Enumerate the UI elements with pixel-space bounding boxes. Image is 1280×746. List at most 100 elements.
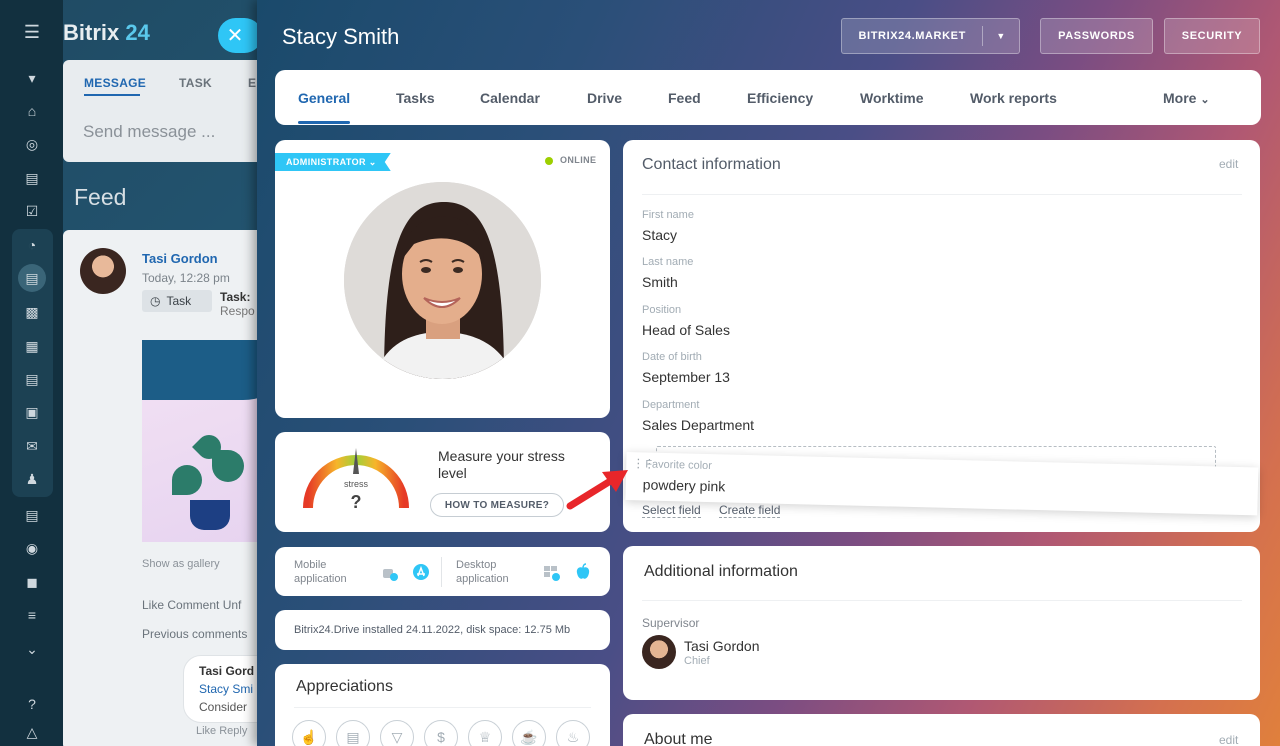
tab-tasks[interactable]: Tasks [396,90,435,106]
tab-calendar[interactable]: Calendar [480,90,540,106]
tab-worktime[interactable]: Worktime [860,90,924,106]
money-icon[interactable]: $ [424,720,458,746]
post-author-name[interactable]: Tasi Gordon [142,251,218,266]
menu-icon[interactable]: ☰ [22,22,42,42]
tab-more[interactable]: More ⌄ [1163,90,1210,106]
post-task-chip[interactable]: ◷ Task [142,290,212,312]
gauge-label: stress [344,479,369,489]
comment-text: Consider [199,700,248,714]
settings-sliders-icon[interactable]: ≡ [22,605,42,625]
tab-general[interactable]: General [298,90,350,106]
users-icon[interactable]: ♟ [22,469,42,489]
gift-icon[interactable]: ▤ [336,720,370,746]
create-field-link[interactable]: Create field [719,503,781,518]
document-icon[interactable]: ▤ [22,369,42,389]
bank-icon[interactable]: ⌂ [22,101,42,121]
drink-icon[interactable]: ☕ [512,720,546,746]
target-icon[interactable]: ◎ [22,134,42,154]
app-store-icon[interactable] [411,562,431,582]
supervisor-role: Chief [684,655,710,667]
chat-icon[interactable]: ▩ [22,302,42,322]
passwords-button[interactable]: PASSWORDS [1040,18,1153,54]
feed-icon[interactable]: ▤ [18,264,46,292]
windows-icon[interactable] [541,562,561,582]
checkbox-icon[interactable]: ☑ [22,201,42,221]
cart-icon[interactable]: ▤ [22,168,42,188]
tab-more-label: More [1163,90,1197,106]
caret-down-icon[interactable]: ▼ [983,31,1019,41]
apps-card: Mobile application Desktop application [275,547,610,596]
active-tab-underline [298,121,350,124]
market-button[interactable]: BITRIX24.MARKET ▼ [841,18,1020,54]
role-badge[interactable]: ADMINISTRATOR ⌄ [275,153,391,171]
close-slider-button[interactable]: ✕ [218,18,262,53]
sitemap-icon[interactable]: △ [22,722,42,742]
department-label: Department [642,399,700,411]
composer-tab-event[interactable]: E [248,76,256,90]
composer-tab-task[interactable]: TASK [179,76,212,90]
message-input[interactable]: Send message ... [83,122,215,142]
post-time: Today, 12:28 pm [142,271,230,285]
crown-icon[interactable]: ♕ [468,720,502,746]
apple-icon[interactable] [573,562,593,582]
profile-photo[interactable] [344,182,541,379]
post-task-sub: Respo [220,304,255,318]
pie-chart-icon[interactable]: ◔ [22,235,42,255]
role-badge-label: ADMINISTRATOR [286,157,366,167]
post-author-avatar[interactable] [80,248,126,294]
contact-card-icon[interactable]: ▤ [22,505,42,525]
profile-title: Stacy Smith [282,24,400,49]
security-button[interactable]: SECURITY [1164,18,1260,54]
previous-comments-link[interactable]: Previous comments [142,627,247,641]
supervisor-label: Supervisor [642,616,700,630]
tab-feed[interactable]: Feed [668,90,701,106]
about-edit-link[interactable]: edit [1219,733,1238,746]
cake-icon[interactable]: ♨ [556,720,590,746]
contact-information-title: Contact information [642,156,781,173]
trophy-icon[interactable]: ▽ [380,720,414,746]
comment-author[interactable]: Tasi Gord [199,664,254,678]
left-navigation: ☰ ▾ ⌂ ◎ ▤ ☑ ◔ ▤ ▩ ▦ ▤ ▣ ✉ ♟ ▤ ◉ ◼ ≡ ⌄ ? … [0,0,63,746]
comment-actions[interactable]: Like Reply [196,725,247,737]
online-status-dot [545,157,553,165]
contact-edit-link[interactable]: edit [1219,157,1238,171]
drive-card: Bitrix24.Drive installed 24.11.2022, dis… [275,610,610,650]
calendar-icon[interactable]: ▦ [22,336,42,356]
stress-card: stress ? Measure your stress level HOW T… [275,432,610,532]
robot-icon[interactable]: ◉ [22,538,42,558]
how-to-measure-button[interactable]: HOW TO MEASURE? [430,493,564,517]
market-button-label: BITRIX24.MARKET [858,30,966,42]
supervisor-avatar[interactable] [642,635,676,669]
additional-information-card: Additional information Supervisor Tasi G… [623,546,1260,700]
composer-tab-message[interactable]: MESSAGE [84,76,146,90]
about-me-card: About me edit [623,714,1260,746]
box-icon[interactable]: ◼ [22,572,42,592]
supervisor-name[interactable]: Tasi Gordon [684,638,759,654]
thumbs-up-icon[interactable]: ☝ [292,720,326,746]
drive-icon[interactable]: ▣ [22,402,42,422]
brand-number: 24 [125,20,150,45]
tab-efficiency[interactable]: Efficiency [747,90,813,106]
show-as-gallery-link[interactable]: Show as gallery [142,558,220,570]
profile-tabs: General Tasks Calendar Drive Feed Effici… [275,70,1261,125]
additional-information-title: Additional information [644,563,798,580]
tab-drive[interactable]: Drive [587,90,622,106]
select-field-link[interactable]: Select field [642,503,701,518]
comment-mention[interactable]: Stacy Smi [199,682,253,696]
profile-slider: Stacy Smith BITRIX24.MARKET ▼ PASSWORDS … [257,0,1280,746]
favorite-color-label: Favorite color [645,458,713,473]
tab-work-reports[interactable]: Work reports [970,90,1057,106]
chevron-down-icon[interactable]: ⌄ [22,639,42,659]
mail-icon[interactable]: ✉ [22,436,42,456]
desktop-app-label: Desktop application [456,559,509,585]
appreciations-divider [294,707,591,708]
android-icon[interactable] [379,562,399,582]
help-icon[interactable]: ? [22,694,42,714]
filter-icon[interactable]: ▾ [22,68,42,88]
first-name-label: First name [642,209,694,221]
post-actions[interactable]: Like Comment Unf [142,598,241,612]
appreciations-card: Appreciations ☝ ▤ ▽ $ ♕ ☕ ♨ [275,664,610,746]
additional-divider [642,600,1242,601]
feed-title: Feed [74,184,127,210]
post-task-chip-label: Task [166,294,192,308]
